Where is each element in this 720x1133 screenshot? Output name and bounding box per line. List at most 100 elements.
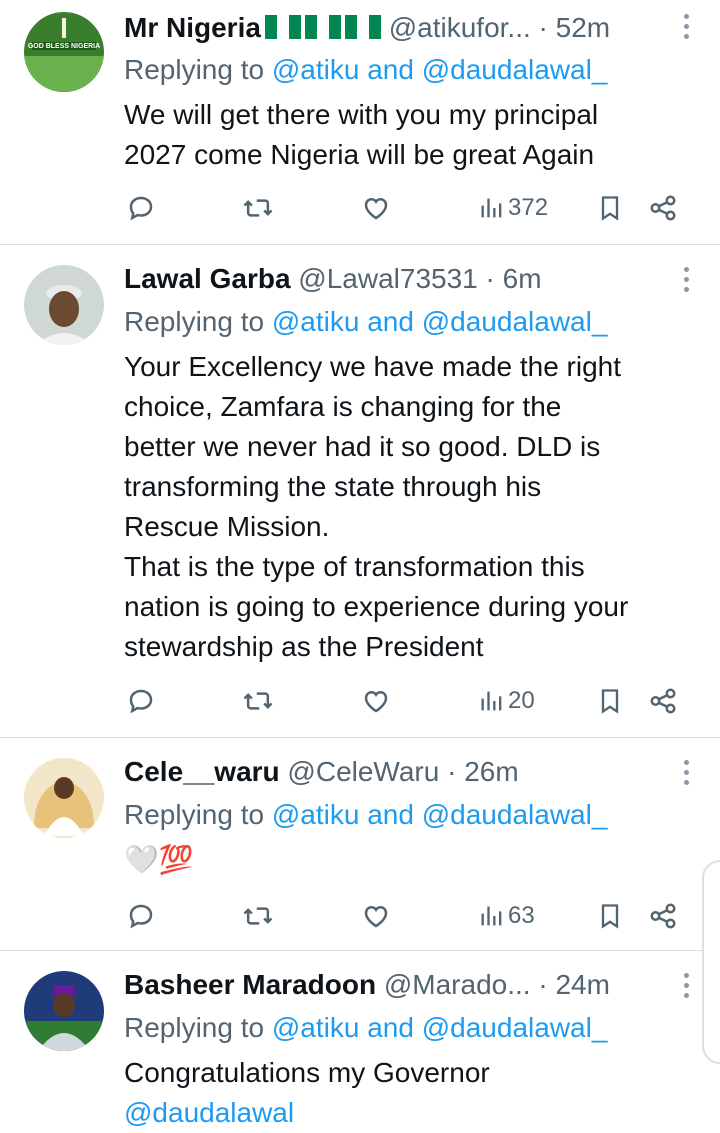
action-bar: 20 xyxy=(124,681,684,721)
avatar[interactable]: GOD BLESS NIGERIA xyxy=(24,12,104,92)
more-options-icon[interactable] xyxy=(682,760,690,790)
repost-button[interactable] xyxy=(242,896,274,936)
author-handle[interactable]: @atikufor... xyxy=(389,12,531,43)
more-options-icon[interactable] xyxy=(682,14,690,44)
bookmark-icon xyxy=(601,689,619,714)
tweet-item[interactable]: Basheer Maradoon @Marado... · 24m Replyi… xyxy=(0,951,720,1128)
scroll-edge-handle[interactable] xyxy=(702,860,720,1064)
avatar[interactable] xyxy=(24,971,104,1051)
like-button[interactable] xyxy=(360,896,392,936)
reply-mention-daudalawal[interactable]: @daudalawal_ xyxy=(422,1012,608,1043)
reply-mention-daudalawal[interactable]: @daudalawal_ xyxy=(422,799,608,830)
tweet-header: Cele__waru @CeleWaru · 26m xyxy=(124,752,664,792)
more-options-icon[interactable] xyxy=(682,973,690,1003)
author-name[interactable]: Basheer Maradoon xyxy=(124,969,376,1000)
avatar[interactable] xyxy=(24,265,104,345)
tweet-text: Your Excellency we have made the right c… xyxy=(124,351,629,662)
repost-button[interactable] xyxy=(242,681,274,721)
avatar-image xyxy=(24,758,104,838)
separator: · xyxy=(530,12,556,43)
share-button[interactable] xyxy=(648,188,678,228)
reply-mention-atiku[interactable]: @atiku xyxy=(272,1012,360,1043)
avatar-image: GOD BLESS NIGERIA xyxy=(24,12,104,92)
author-name[interactable]: Cele__waru xyxy=(124,756,280,787)
replying-to-line: Replying to @atiku and @daudalawal_ xyxy=(124,795,607,835)
repost-icon xyxy=(243,692,273,710)
like-icon xyxy=(364,690,388,713)
reply-mention-atiku[interactable]: @atiku xyxy=(272,799,360,830)
reply-button[interactable] xyxy=(126,896,156,936)
tweet-item[interactable]: Cele__waru @CeleWaru · 26m Replying to @… xyxy=(0,738,720,951)
author-name[interactable]: Mr Nigeria xyxy=(124,12,261,43)
action-bar: 372 xyxy=(124,188,684,228)
tweet-text: We will get there with you my principal … xyxy=(124,99,599,170)
like-button[interactable] xyxy=(360,681,392,721)
views-button[interactable]: 372 xyxy=(478,188,548,228)
reply-mention-atiku[interactable]: @atiku xyxy=(272,306,360,337)
bookmark-icon xyxy=(601,904,619,929)
reply-icon xyxy=(129,689,153,714)
views-count: 372 xyxy=(508,194,549,221)
timestamp[interactable]: 6m xyxy=(503,263,542,294)
nigeria-flag-icon xyxy=(264,10,301,50)
repost-icon xyxy=(243,199,273,217)
tweet-header: Lawal Garba @Lawal73531 · 6m xyxy=(124,259,664,299)
reply-mention-daudalawal[interactable]: @daudalawal_ xyxy=(422,306,608,337)
author-handle[interactable]: @CeleWaru xyxy=(287,756,439,787)
reply-icon xyxy=(129,904,153,929)
reply-button[interactable] xyxy=(126,681,156,721)
like-button[interactable] xyxy=(360,188,392,228)
like-icon xyxy=(364,197,388,220)
tweet-header: Basheer Maradoon @Marado... · 24m xyxy=(124,965,664,1005)
tweet-text: Congratulations my Governor xyxy=(124,1057,490,1088)
author-handle[interactable]: @Marado... xyxy=(384,969,531,1000)
views-icon xyxy=(481,906,502,926)
tweet-item[interactable]: GOD BLESS NIGERIA Mr Nigeria @atikufor..… xyxy=(0,0,720,245)
like-icon xyxy=(364,905,388,928)
action-bar: 63 xyxy=(124,896,684,936)
avatar-image xyxy=(24,971,104,1051)
more-options-icon[interactable] xyxy=(682,267,690,297)
reply-button[interactable] xyxy=(126,188,156,228)
timestamp[interactable]: 26m xyxy=(464,756,518,787)
bookmark-button[interactable] xyxy=(596,896,624,936)
avatar-lettering: GOD BLESS NIGERIA xyxy=(28,43,100,50)
reply-icon xyxy=(129,196,153,221)
replying-to-line: Replying to @atiku and @daudalawal_ xyxy=(124,50,607,90)
share-button[interactable] xyxy=(648,896,678,936)
repost-icon xyxy=(243,907,273,925)
replying-to-line: Replying to @atiku and @daudalawal_ xyxy=(124,1008,607,1048)
bookmark-button[interactable] xyxy=(596,681,624,721)
author-handle[interactable]: @Lawal73531 xyxy=(298,263,477,294)
nigeria-flag-icon xyxy=(304,10,341,50)
reply-and: and xyxy=(359,1012,422,1043)
reply-mention-atiku[interactable]: @atiku xyxy=(272,54,360,85)
tweet-text: 🤍💯 xyxy=(124,844,194,875)
author-name[interactable]: Lawal Garba xyxy=(124,263,291,294)
separator: · xyxy=(530,969,556,1000)
separator: · xyxy=(439,756,465,787)
share-icon xyxy=(650,688,676,714)
repost-button[interactable] xyxy=(242,188,274,228)
share-button[interactable] xyxy=(648,681,678,721)
nigeria-flag-icon xyxy=(344,10,381,50)
separator: · xyxy=(477,263,503,294)
share-icon xyxy=(650,195,676,221)
bookmark-button[interactable] xyxy=(596,188,624,228)
bookmark-icon xyxy=(601,196,619,221)
share-icon xyxy=(650,903,676,929)
reply-and: and xyxy=(359,54,422,85)
tweet-mention-link[interactable]: @daudalawal xyxy=(124,1093,704,1133)
views-button[interactable]: 63 xyxy=(478,896,535,936)
tweet-item[interactable]: Lawal Garba @Lawal73531 · 6m Replying to… xyxy=(0,245,720,738)
timestamp[interactable]: 24m xyxy=(555,969,609,1000)
reply-mention-daudalawal[interactable]: @daudalawal_ xyxy=(422,54,608,85)
views-count: 63 xyxy=(508,902,535,929)
replying-label: Replying to xyxy=(124,799,265,830)
replying-label: Replying to xyxy=(124,306,265,337)
replying-label: Replying to xyxy=(124,54,265,85)
avatar[interactable] xyxy=(24,758,104,838)
tweet-header: Mr Nigeria @atikufor... · 52m xyxy=(124,8,664,48)
timestamp[interactable]: 52m xyxy=(556,12,610,43)
views-button[interactable]: 20 xyxy=(478,681,535,721)
